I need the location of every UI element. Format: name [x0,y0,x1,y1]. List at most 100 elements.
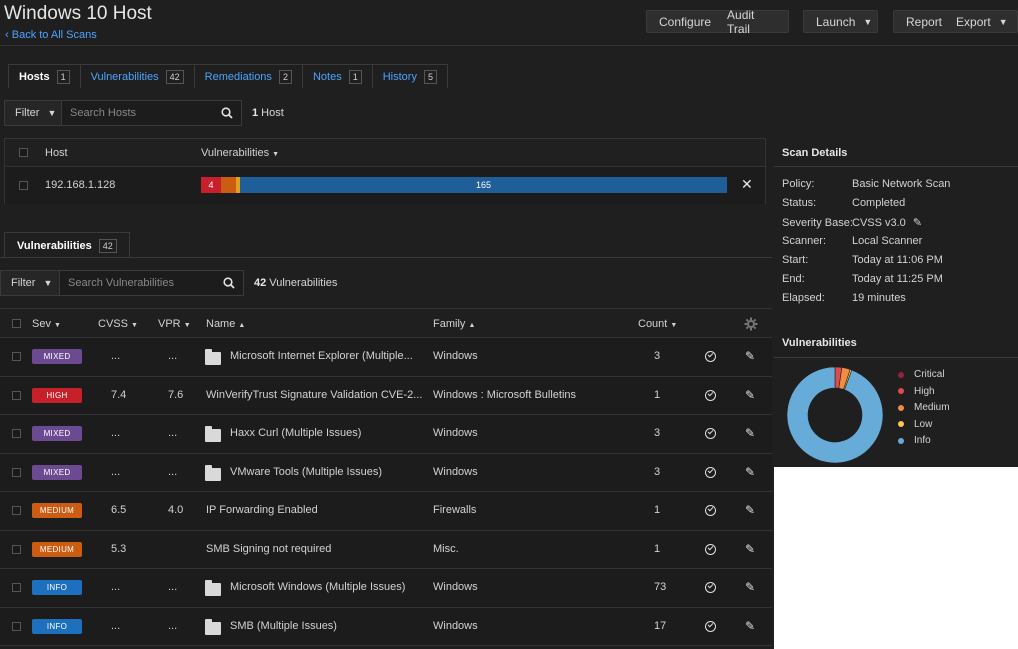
table-row[interactable]: HIGH 7.4 7.6 WinVerifyTrust Signature Valid… [0,376,772,415]
folder-icon [205,464,221,481]
host-row[interactable]: 192.168.1.128 4 165 ✕ [5,167,765,204]
close-icon[interactable]: ✕ [741,176,753,193]
export-button[interactable]: Export ▼ [954,11,1018,32]
table-row[interactable]: INFO...... SMB (Multiple Issues) Windows 17… [0,607,772,646]
col-count[interactable]: Count ▼ [638,318,677,330]
legend-item-medium[interactable]: Medium [898,402,950,413]
check-circle-icon[interactable] [705,351,716,362]
bar-segment-info[interactable]: 165 [240,177,727,193]
tab-notes[interactable]: Notes 1 [301,64,373,88]
hosts-filter-button[interactable]: Filter ▼ [4,100,62,126]
tab-vulnerabilities[interactable]: Vulnerabilities 42 [79,64,195,88]
bar-segment-high[interactable]: 4 [201,177,221,193]
select-all-vulns-checkbox[interactable] [12,319,21,328]
pencil-icon[interactable]: ✎ [913,217,922,229]
vulns-filter-button[interactable]: Filter ▼ [0,270,60,296]
row-checkbox[interactable] [12,467,21,477]
vuln-name[interactable]: Microsoft Windows (Multiple Issues) [230,581,405,593]
check-circle-icon[interactable] [705,389,716,401]
scan-tabs: Hosts 1 Vulnerabilities 42 Remediations 2 N… [8,64,448,88]
check-circle-icon[interactable] [705,428,716,439]
table-row[interactable]: MEDIUM 5.3 SMB Signing not required Misc. 1 ✎ [0,530,772,569]
table-row[interactable]: MIXED...... VMware Tools (Multiple Issues… [0,453,772,492]
table-row[interactable]: MEDIUM 6.5 4.0 IP Forwarding Enabled Firewal… [0,492,772,531]
search-hosts-input[interactable]: Search Hosts [62,100,242,126]
vuln-name[interactable]: IP Forwarding Enabled [206,504,318,516]
vuln-name[interactable]: SMB (Multiple Issues) [230,620,337,632]
col-vpr[interactable]: VPR ▼ [158,318,191,330]
hosts-table-header: Host Vulnerabilities ▼ [5,139,765,167]
search-icon[interactable] [223,277,235,289]
col-vulnerabilities[interactable]: Vulnerabilities ▼ [201,147,279,159]
configure-button[interactable]: Configure [647,11,723,32]
legend-item-critical[interactable]: Critical [898,369,945,380]
search-icon[interactable] [221,107,233,119]
host-vulnerability-bar[interactable]: 4 165 [201,177,727,193]
col-host[interactable]: Host [45,147,68,159]
audit-trail-button[interactable]: Audit Trail [723,8,788,36]
tab-hosts[interactable]: Hosts 1 [8,64,81,88]
row-checkbox[interactable] [12,621,21,631]
report-button[interactable]: Report [894,11,954,32]
pencil-icon[interactable]: ✎ [745,503,755,517]
vuln-name[interactable]: Microsoft Internet Explorer (Multiple... [230,350,413,362]
check-circle-icon[interactable] [705,620,716,632]
check-circle-icon[interactable] [705,466,716,478]
pencil-icon[interactable]: ✎ [745,542,755,556]
pencil-icon[interactable]: ✎ [745,349,755,363]
bar-segment-medium[interactable] [221,177,237,193]
detail-value: CVSS v3.0 [852,217,906,229]
check-circle-icon[interactable] [705,582,716,593]
vulnerabilities-section-tab[interactable]: Vulnerabilities 42 [4,232,130,258]
legend-item-high[interactable]: High [898,386,935,397]
pencil-icon[interactable]: ✎ [745,580,755,594]
row-checkbox[interactable] [12,544,21,554]
legend-dot [898,371,904,378]
vulnerabilities-donut-chart[interactable] [786,366,884,464]
row-checkbox[interactable] [12,429,21,438]
vuln-name[interactable]: SMB Signing not required [206,543,331,555]
tab-history[interactable]: History 5 [371,64,448,88]
row-checkbox[interactable] [12,506,21,515]
row-checkbox[interactable] [12,583,21,592]
search-vulnerabilities-input[interactable]: Search Vulnerabilities [60,270,244,296]
col-family[interactable]: Family ▲ [433,318,475,330]
launch-group: Launch ▼ [803,10,878,33]
table-row[interactable]: MIXED...... Haxx Curl (Multiple Issues) Wi… [0,415,772,454]
gear-icon[interactable] [744,317,758,331]
pencil-icon[interactable]: ✎ [745,619,755,633]
back-to-scans-link[interactable]: ‹ Back to All Scans [5,29,97,41]
check-circle-icon[interactable] [705,543,716,555]
vpr-score: ... [168,427,178,439]
col-cvss[interactable]: CVSS ▼ [98,318,138,330]
pencil-icon[interactable]: ✎ [745,388,755,402]
row-checkbox[interactable] [12,390,21,400]
cvss-score: 5.3 [111,542,127,555]
tab-remediations[interactable]: Remediations 2 [193,64,303,88]
pencil-icon[interactable]: ✎ [745,465,755,479]
check-circle-icon[interactable] [705,505,716,516]
vuln-name[interactable]: Haxx Curl (Multiple Issues) [230,427,361,439]
col-sev[interactable]: Sev ▼ [32,318,61,330]
legend-item-info[interactable]: Info [898,435,931,446]
folder-icon [205,618,221,635]
configure-audit-group: Configure Audit Trail [646,8,789,36]
blank-area [774,467,1018,649]
select-all-hosts-checkbox[interactable] [19,148,28,157]
table-row[interactable]: INFO...... Microsoft Windows (Multiple Is… [0,569,772,608]
donut-slice-info[interactable] [786,366,884,464]
launch-button[interactable]: Launch ▼ [804,11,884,32]
scan-detail-row: Policy: Basic Network Scan [782,178,950,190]
pencil-icon[interactable]: ✎ [745,426,755,440]
col-name[interactable]: Name ▲ [206,318,245,330]
table-row[interactable]: MIXED...... Microsoft Internet Explorer (… [0,338,772,377]
legend-item-low[interactable]: Low [898,419,932,430]
vuln-name[interactable]: VMware Tools (Multiple Issues) [230,466,382,478]
vpr-score: 7.6 [168,388,184,401]
vuln-name[interactable]: WinVerifyTrust Signature Validation CVE-… [206,389,422,401]
host-row-checkbox[interactable] [19,181,28,190]
host-ip[interactable]: 192.168.1.128 [45,179,115,191]
row-checkbox[interactable] [12,352,21,361]
caret-down-icon: ▼ [998,16,1008,27]
vuln-chart-title: Vulnerabilities [782,337,857,349]
